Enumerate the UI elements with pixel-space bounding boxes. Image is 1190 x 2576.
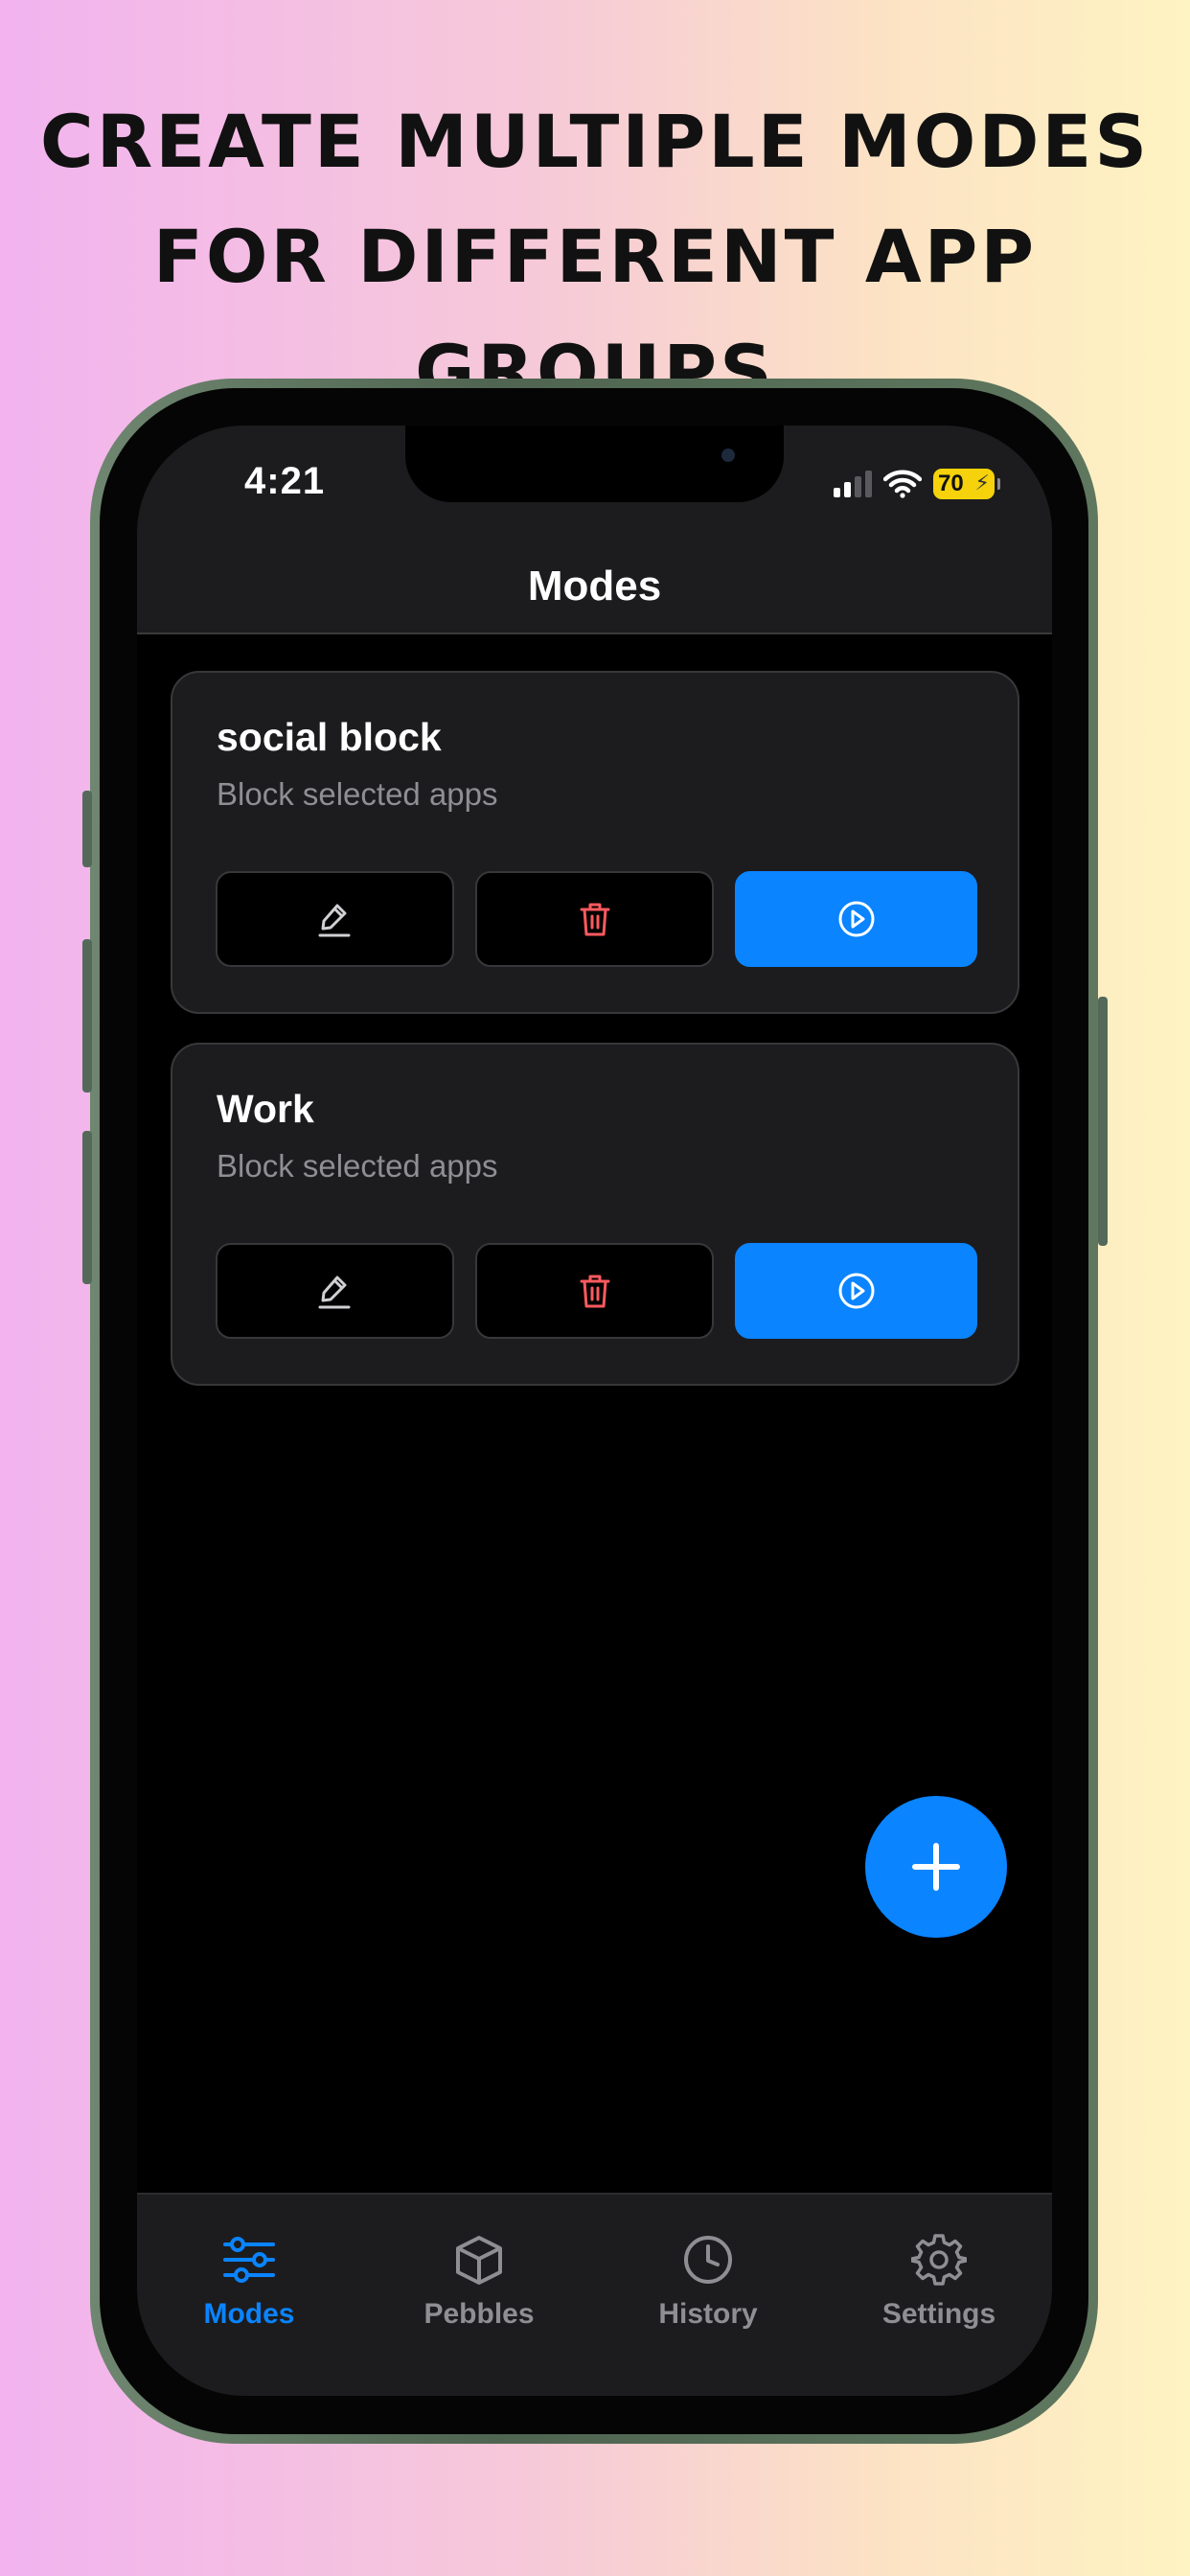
clock-icon (684, 2236, 732, 2284)
mode-description: Block selected apps (217, 776, 498, 812)
volume-up-button (82, 939, 92, 1092)
battery-level: 70 (938, 471, 964, 496)
add-mode-button[interactable] (865, 1796, 1007, 1938)
play-circle-icon (838, 1273, 874, 1309)
trash-icon (580, 1275, 609, 1308)
tab-pebbles[interactable]: Pebbles (383, 2231, 575, 2331)
tab-modes[interactable]: Modes (153, 2231, 345, 2331)
edit-mode-button[interactable] (216, 871, 454, 967)
delete-mode-button[interactable] (475, 1243, 714, 1339)
trash-icon (580, 903, 609, 936)
tab-label: Modes (203, 2298, 295, 2330)
play-circle-icon (838, 901, 874, 937)
edit-mode-button[interactable] (216, 1243, 454, 1339)
run-mode-button[interactable] (735, 1243, 977, 1339)
phone-screen: 4:21 70 ⚡ Modes social block Block selec… (137, 426, 1052, 2396)
page-title: Modes (527, 563, 662, 610)
tab-bar: Modes Pebbles History Settings (137, 2193, 1052, 2396)
tab-history[interactable]: History (612, 2231, 804, 2331)
tab-settings[interactable]: Settings (843, 2231, 1035, 2331)
mode-name: Work (217, 1087, 314, 1131)
status-icons: 70 ⚡ (834, 468, 1000, 500)
power-button (1098, 997, 1108, 1246)
mode-name: social block (217, 715, 442, 759)
volume-down-button (82, 1131, 92, 1284)
promo-headline: CREATE MULTIPLE MODES FOR DIFFERENT APP … (0, 84, 1190, 429)
pencil-icon (318, 904, 350, 937)
headline-line-1: CREATE MULTIPLE MODES (39, 99, 1151, 184)
wifi-icon (883, 470, 922, 498)
cube-icon (456, 2236, 502, 2285)
mode-actions (216, 1243, 977, 1339)
status-time: 4:21 (244, 460, 326, 502)
delete-mode-button[interactable] (475, 871, 714, 967)
mode-description: Block selected apps (217, 1148, 498, 1184)
tab-label: Pebbles (423, 2298, 535, 2330)
nav-bar: Modes (137, 540, 1052, 634)
mode-card[interactable]: social block Block selected apps (171, 671, 1019, 1014)
run-mode-button[interactable] (735, 871, 977, 967)
tab-label: Settings (881, 2298, 996, 2330)
plus-icon (912, 1843, 960, 1891)
tab-label: History (658, 2298, 758, 2330)
mute-switch (82, 791, 92, 867)
charging-bolt-icon: ⚡ (974, 471, 990, 494)
front-camera (721, 448, 735, 462)
battery-icon: 70 ⚡ (933, 469, 1000, 499)
notch (405, 426, 784, 502)
cellular-signal-icon (834, 471, 872, 497)
mode-card[interactable]: Work Block selected apps (171, 1043, 1019, 1386)
mode-actions (216, 871, 977, 967)
gear-icon (911, 2234, 967, 2286)
sliders-icon (223, 2237, 275, 2283)
pencil-icon (318, 1276, 350, 1309)
